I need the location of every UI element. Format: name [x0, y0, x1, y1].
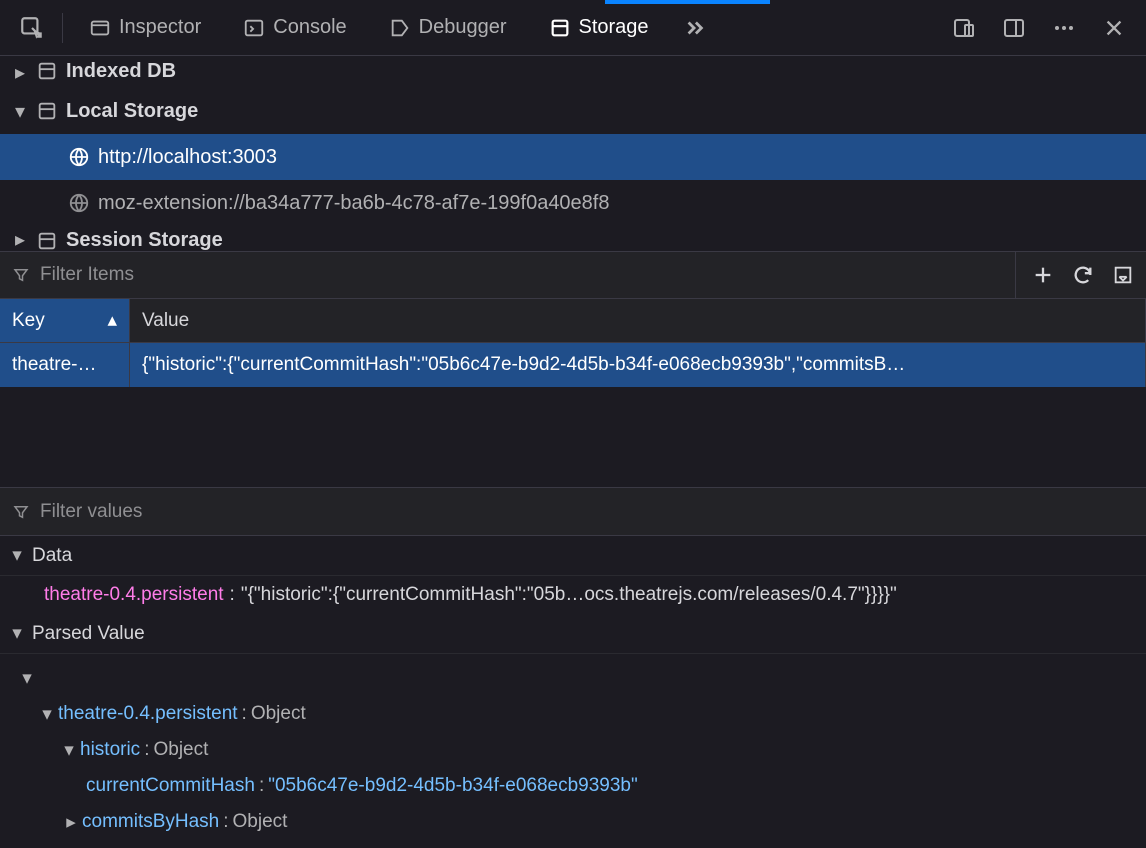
data-value: "{"historic":{"currentCommitHash":"05b…o… [241, 584, 897, 606]
database-icon [36, 60, 58, 82]
picker-icon[interactable] [8, 4, 56, 52]
kebab-menu-icon[interactable] [1040, 4, 1088, 52]
storage-tree-panel: ▸ Indexed DB ▾ Local Storage http://loca… [0, 56, 1146, 251]
chevron-right-icon: ▸ [12, 60, 28, 85]
storage-icon [36, 230, 58, 251]
cell-key: theatre-… [12, 354, 96, 376]
devtools-toolbar: Inspector Console Debugger Storage [0, 0, 1146, 56]
refresh-icon[interactable] [1072, 264, 1094, 286]
filter-items-input[interactable] [40, 264, 1005, 286]
chevron-down-icon: ▾ [62, 739, 76, 762]
storage-icon [36, 100, 58, 122]
more-tabs-icon[interactable] [671, 4, 719, 52]
tab-debugger[interactable]: Debugger [369, 0, 527, 56]
chevron-down-icon: ▾ [10, 622, 24, 645]
filter-items-bar [0, 251, 1146, 299]
tree-session-storage[interactable]: ▸ Session Storage [0, 226, 1146, 251]
filter-icon [12, 266, 30, 284]
filter-values-input[interactable] [40, 501, 1134, 523]
column-header-value[interactable]: Value [130, 299, 1146, 342]
parsed-node[interactable]: ▸ commitsByHash: Object [0, 804, 1146, 840]
section-parsed-header[interactable]: ▾ Parsed Value [0, 614, 1146, 654]
parsed-type: Object [251, 703, 306, 725]
responsive-mode-icon[interactable] [940, 4, 988, 52]
tree-label: Indexed DB [66, 60, 176, 83]
tree-indexed-db[interactable]: ▸ Indexed DB [0, 60, 1146, 88]
tab-label: Inspector [119, 16, 201, 39]
parsed-root-twisty[interactable]: ▾ [0, 660, 1146, 696]
table-body: theatre-… {"historic":{"currentCommitHas… [0, 343, 1146, 487]
tab-label: Storage [579, 16, 649, 39]
column-label: Key [12, 310, 45, 332]
parsed-node[interactable]: ▾ theatre-0.4.persistent: Object [0, 696, 1146, 732]
parsed-leaf[interactable]: currentCommitHash: "05b6c47e-b9d2-4d5b-b… [0, 768, 1146, 804]
tree-local-storage[interactable]: ▾ Local Storage [0, 88, 1146, 134]
chevron-right-icon: ▸ [64, 811, 78, 834]
parsed-key: currentCommitHash [86, 775, 255, 797]
section-label: Data [32, 545, 72, 567]
data-kv-row: theatre-0.4.persistent: "{"historic":{"c… [0, 576, 1146, 614]
chevron-down-icon: ▾ [20, 667, 34, 690]
sort-asc-icon: ▴ [107, 309, 117, 332]
chevron-right-icon: ▸ [12, 227, 28, 251]
globe-icon [68, 192, 90, 214]
tree-label: Session Storage [66, 229, 223, 251]
cell-value: {"historic":{"currentCommitHash":"05b6c4… [142, 354, 905, 376]
tree-item-url: http://localhost:3003 [98, 146, 277, 169]
tree-item-url: moz-extension://ba34a777-ba6b-4c78-af7e-… [98, 192, 609, 215]
tab-label: Console [273, 16, 346, 39]
parsed-key: commitsByHash [82, 811, 219, 833]
chevron-down-icon: ▾ [40, 703, 54, 726]
parsed-node[interactable]: ▾ historic: Object [0, 732, 1146, 768]
parsed-type: Object [233, 811, 288, 833]
data-key: theatre-0.4.persistent [44, 584, 224, 606]
parsed-value-tree: ▾ ▾ theatre-0.4.persistent: Object ▾ his… [0, 654, 1146, 846]
tree-label: Local Storage [66, 100, 198, 123]
column-header-key[interactable]: Key ▴ [0, 299, 130, 342]
section-data-header[interactable]: ▾ Data [0, 536, 1146, 576]
section-label: Parsed Value [32, 623, 145, 645]
add-item-icon[interactable] [1032, 264, 1054, 286]
parsed-type: Object [153, 739, 208, 761]
detail-panel: ▾ Data theatre-0.4.persistent: "{"histor… [0, 487, 1146, 846]
close-icon[interactable] [1090, 4, 1138, 52]
filter-values-bar [0, 488, 1146, 536]
globe-icon [68, 146, 90, 168]
delete-all-icon[interactable] [1112, 264, 1134, 286]
column-label: Value [142, 310, 189, 332]
chevron-down-icon: ▾ [10, 544, 24, 567]
filter-icon [12, 503, 30, 521]
parsed-key: theatre-0.4.persistent [58, 703, 238, 725]
tab-label: Debugger [419, 16, 507, 39]
tree-item-localhost[interactable]: http://localhost:3003 [0, 134, 1146, 180]
parsed-key: historic [80, 739, 140, 761]
chevron-down-icon: ▾ [12, 99, 28, 124]
dock-side-icon[interactable] [990, 4, 1038, 52]
tab-storage[interactable]: Storage [529, 0, 669, 56]
table-row[interactable]: theatre-… {"historic":{"currentCommitHas… [0, 343, 1146, 387]
table-header: Key ▴ Value [0, 299, 1146, 343]
tree-item-moz-extension[interactable]: moz-extension://ba34a777-ba6b-4c78-af7e-… [0, 180, 1146, 226]
tab-console[interactable]: Console [223, 0, 366, 56]
parsed-value: "05b6c47e-b9d2-4d5b-b34f-e068ecb9393b" [268, 775, 638, 797]
tab-inspector[interactable]: Inspector [69, 0, 221, 56]
